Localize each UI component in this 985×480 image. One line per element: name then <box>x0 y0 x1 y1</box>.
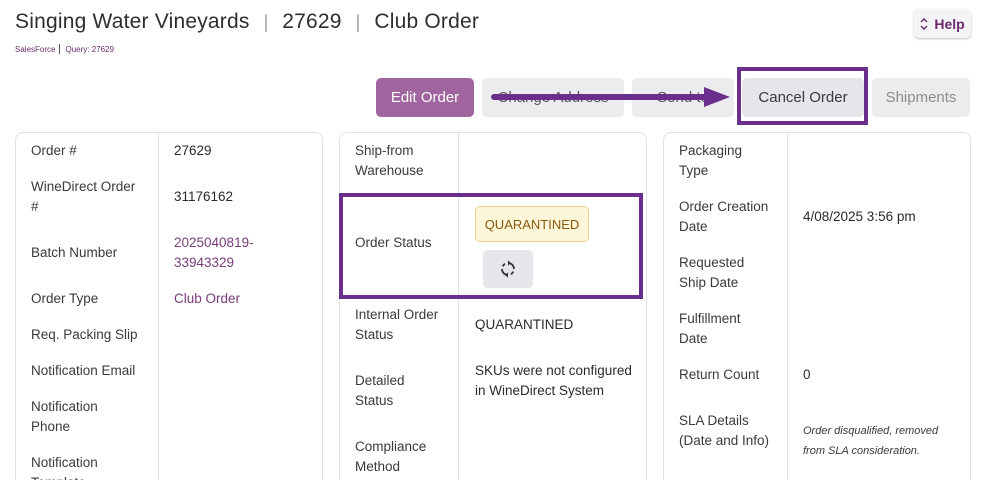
cancel-highlight-box <box>737 67 868 125</box>
column-divider <box>787 133 788 480</box>
sla-details-label: SLA Details (Date and Info) <box>679 413 770 448</box>
column-divider <box>458 133 459 480</box>
return-count-value: 0 <box>803 367 811 382</box>
source-line: SalesForce Query: 27629 <box>15 44 114 54</box>
order-type-link[interactable]: Club Order <box>174 289 240 309</box>
order-id-title: 27629 <box>282 10 342 33</box>
detailed-status-value: SKUs were not configured in WineDirect S… <box>475 363 632 398</box>
order-type-label: Order Type <box>31 291 99 306</box>
shipments-button[interactable]: Shipments <box>872 78 970 117</box>
return-count-label: Return Count <box>679 367 760 382</box>
winedirect-order-value: 31176162 <box>174 189 234 204</box>
internal-status-value: QUARANTINED <box>475 317 574 332</box>
batch-number-link[interactable]: 2025040819-33943329 <box>174 233 272 273</box>
order-number-label: Order # <box>31 143 77 158</box>
creation-date-value: 4/08/2025 3:56 pm <box>803 209 916 224</box>
help-label: Help <box>934 15 965 32</box>
query-link[interactable]: Query: 27629 <box>65 45 113 54</box>
status-highlight-box <box>339 193 643 299</box>
sla-details-value: Order disqualified, removed from SLA con… <box>803 425 939 457</box>
detailed-status-label: Detailed Status <box>355 373 405 408</box>
winedirect-order-label: WineDirect Order # <box>31 179 136 214</box>
annotation-arrow <box>491 87 730 107</box>
fulfillment-date-label: Fulfillment Date <box>679 311 741 346</box>
notification-template-label: Notification Template <box>31 455 98 480</box>
batch-number-label: Batch Number <box>31 245 118 260</box>
packing-slip-label: Req. Packing Slip <box>31 327 138 342</box>
warehouse-label: Ship-from Warehouse <box>355 143 424 178</box>
winery-name: Singing Water Vineyards <box>15 10 250 33</box>
notification-phone-label: Notification Phone <box>31 399 98 434</box>
requested-ship-date-label: Requested Ship Date <box>679 255 745 290</box>
help-button[interactable]: Help <box>914 9 971 38</box>
order-kind-title: Club Order <box>374 10 480 33</box>
creation-date-label: Order Creation Date <box>679 199 769 234</box>
compliance-method-label: Compliance Method <box>355 439 427 474</box>
order-number-value: 27629 <box>174 143 212 158</box>
page-header: Singing Water Vineyards | 27629 | Club O… <box>15 10 479 34</box>
column-divider <box>158 133 159 480</box>
source-separator <box>59 44 61 54</box>
source-link[interactable]: SalesForce <box>15 45 55 54</box>
notification-email-label: Notification Email <box>31 363 136 378</box>
title-separator: | <box>355 11 361 32</box>
internal-status-label: Internal Order Status <box>355 307 439 342</box>
title-separator: | <box>263 11 269 32</box>
chevron-updown-icon <box>920 17 928 30</box>
packaging-type-label: Packaging Type <box>679 143 743 178</box>
edit-order-button[interactable]: Edit Order <box>376 78 474 117</box>
